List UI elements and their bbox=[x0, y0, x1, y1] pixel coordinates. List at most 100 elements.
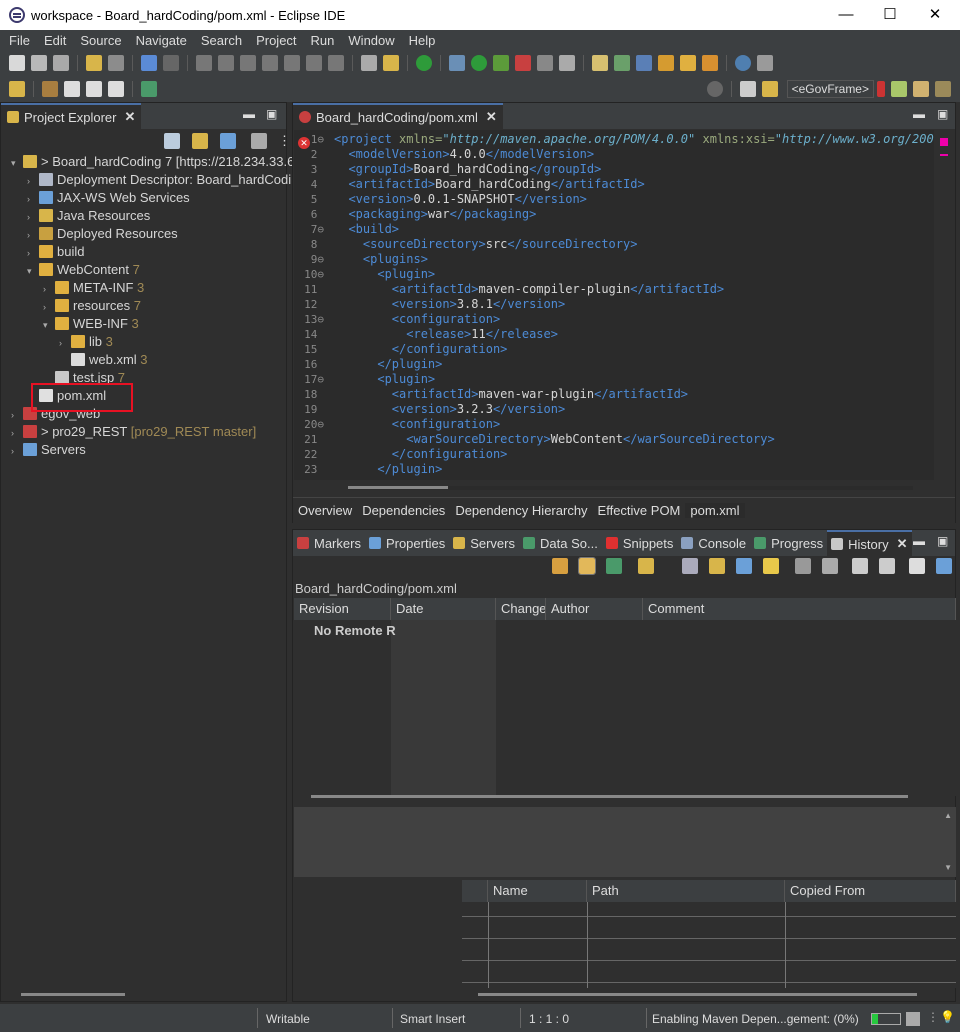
back-history-icon[interactable] bbox=[64, 81, 80, 97]
tree-item[interactable]: › lib 3 bbox=[1, 333, 286, 351]
column-header-action[interactable] bbox=[462, 880, 488, 902]
menu-help[interactable]: Help bbox=[403, 33, 444, 48]
view-tab-properties[interactable]: Properties bbox=[365, 530, 449, 556]
remote-icon[interactable] bbox=[736, 558, 752, 574]
menu-window[interactable]: Window bbox=[342, 33, 402, 48]
maximize-history-icon[interactable] bbox=[936, 558, 952, 574]
error-marker-icon[interactable]: ✕ bbox=[298, 137, 310, 149]
tree-item[interactable]: web.xml 3 bbox=[1, 351, 286, 369]
chevron-right-icon[interactable]: › bbox=[43, 280, 55, 298]
stop-icon[interactable] bbox=[537, 55, 553, 71]
minimize-view-icon[interactable]: ▬ bbox=[913, 534, 925, 548]
filter-icon[interactable] bbox=[220, 133, 236, 149]
maximize-editor-icon[interactable]: ▣ bbox=[937, 107, 948, 121]
column-header-revision[interactable]: Revision bbox=[294, 598, 391, 620]
skip-breakpoints-icon[interactable] bbox=[163, 55, 179, 71]
view-tab-data-so-[interactable]: Data So... bbox=[519, 530, 602, 556]
paths-h-scrollbar[interactable] bbox=[478, 993, 917, 996]
chevron-right-icon[interactable]: › bbox=[27, 208, 39, 226]
history-h-scrollbar[interactable] bbox=[311, 795, 908, 798]
step-return-icon[interactable] bbox=[328, 55, 344, 71]
view-tab-servers[interactable]: Servers bbox=[449, 530, 519, 556]
use-step-filters-icon[interactable] bbox=[383, 55, 399, 71]
view-menu-icon[interactable]: ⋮ bbox=[278, 133, 291, 149]
overview-ruler[interactable] bbox=[934, 130, 954, 480]
chevron-right-icon[interactable]: › bbox=[27, 190, 39, 208]
search-icon[interactable] bbox=[706, 81, 723, 97]
close-tab-icon[interactable]: ✕ bbox=[897, 536, 908, 552]
tree-item[interactable]: › Deployment Descriptor: Board_hardCodin bbox=[1, 171, 298, 190]
save-icon[interactable] bbox=[31, 55, 47, 71]
back-icon[interactable] bbox=[86, 81, 102, 97]
column-header-path[interactable]: Path bbox=[587, 880, 785, 902]
chevron-right-icon[interactable]: › bbox=[11, 442, 23, 460]
tab-project-explorer[interactable]: Project Explorer ✕ bbox=[1, 103, 142, 129]
filter-history-icon[interactable] bbox=[822, 558, 838, 574]
drop-frame-icon[interactable] bbox=[361, 55, 377, 71]
menu-edit[interactable]: Edit bbox=[38, 33, 74, 48]
view-tab-history[interactable]: History ✕ bbox=[827, 530, 912, 556]
perspective-label[interactable]: <eGovFrame> bbox=[786, 80, 874, 98]
annotation-icon[interactable] bbox=[9, 81, 25, 97]
maximize-button[interactable]: ☐ bbox=[867, 0, 913, 30]
pom-tab-effective-pom[interactable]: Effective POM bbox=[593, 503, 686, 518]
minimize-view-icon[interactable]: ▬ bbox=[243, 107, 255, 121]
comment-area[interactable]: ▲ ▼ bbox=[294, 807, 956, 877]
view-tab-snippets[interactable]: Snippets bbox=[602, 530, 678, 556]
expand-icon[interactable] bbox=[852, 558, 868, 574]
terminal-icon[interactable] bbox=[141, 55, 157, 71]
chevron-right-icon[interactable]: › bbox=[11, 424, 23, 442]
suspend-icon[interactable] bbox=[218, 55, 234, 71]
refresh-icon[interactable] bbox=[552, 558, 568, 574]
tree-item[interactable]: › Deployed Resources bbox=[1, 225, 286, 243]
run-server-icon[interactable] bbox=[416, 55, 432, 71]
print-icon[interactable] bbox=[108, 55, 124, 71]
task-icon[interactable] bbox=[141, 81, 157, 97]
toggle-icon[interactable] bbox=[559, 55, 575, 71]
background-task-status[interactable]: Enabling Maven Depen...gement: (0%) bbox=[652, 1012, 859, 1026]
maximize-view-icon[interactable]: ▣ bbox=[937, 534, 948, 548]
collapse-all-icon[interactable] bbox=[164, 133, 180, 149]
flag-icon[interactable] bbox=[877, 81, 885, 97]
chevron-right-icon[interactable]: › bbox=[11, 406, 23, 424]
open-type-icon[interactable] bbox=[658, 55, 674, 71]
pin-icon[interactable] bbox=[42, 81, 58, 97]
step-into-icon[interactable] bbox=[284, 55, 300, 71]
compare-icon[interactable] bbox=[638, 558, 654, 574]
chevron-down-icon[interactable]: ▾ bbox=[11, 154, 23, 172]
run-perspective-icon[interactable] bbox=[913, 81, 929, 97]
maximize-view-icon[interactable]: ▣ bbox=[266, 107, 277, 121]
open-perspective-icon[interactable] bbox=[739, 81, 756, 97]
tab-pom-editor[interactable]: Board_hardCoding/pom.xml ✕ bbox=[293, 103, 503, 129]
progress-bar[interactable] bbox=[871, 1013, 901, 1025]
horizontal-scrollbar[interactable] bbox=[21, 993, 125, 996]
tree-item[interactable]: ▾ WEB-INF 3 bbox=[1, 315, 286, 333]
close-button[interactable]: ✕ bbox=[912, 0, 958, 30]
tree-item[interactable]: › Servers bbox=[1, 441, 286, 459]
menu-navigate[interactable]: Navigate bbox=[130, 33, 195, 48]
chevron-right-icon[interactable]: › bbox=[27, 172, 39, 190]
tree-item[interactable]: › > pro29_REST [pro29_REST master] bbox=[1, 423, 286, 441]
close-editor-icon[interactable]: ✕ bbox=[486, 109, 497, 125]
history-table[interactable]: No Remote R bbox=[294, 620, 956, 796]
pom-tab-dependency-hierarchy[interactable]: Dependency Hierarchy bbox=[450, 503, 592, 518]
tree-item[interactable]: › resources 7 bbox=[1, 297, 286, 315]
open-task-icon[interactable] bbox=[680, 55, 696, 71]
new-package-icon[interactable] bbox=[614, 55, 630, 71]
minimize-editor-icon[interactable]: ▬ bbox=[913, 107, 925, 121]
xml-source-editor[interactable]: 1⊖ <project xmlns="http://maven.apache.or… bbox=[294, 130, 941, 480]
terminate-icon[interactable] bbox=[240, 55, 256, 71]
close-tab-icon[interactable]: ✕ bbox=[124, 109, 135, 125]
column-header-copied-from[interactable]: Copied From bbox=[785, 880, 956, 902]
open-resource-icon[interactable] bbox=[702, 55, 718, 71]
menu-file[interactable]: File bbox=[3, 33, 38, 48]
tree-item[interactable]: ▾ WebContent 7 bbox=[1, 261, 286, 279]
tree-item[interactable]: › build bbox=[1, 243, 286, 261]
affected-paths-table[interactable] bbox=[462, 902, 956, 988]
progress-view-icon[interactable] bbox=[906, 1012, 920, 1026]
menu-run[interactable]: Run bbox=[305, 33, 343, 48]
java-ee-perspective-icon[interactable] bbox=[891, 81, 907, 97]
menu-project[interactable]: Project bbox=[250, 33, 304, 48]
focus-icon[interactable] bbox=[251, 133, 267, 149]
save-all-icon[interactable] bbox=[53, 55, 69, 71]
